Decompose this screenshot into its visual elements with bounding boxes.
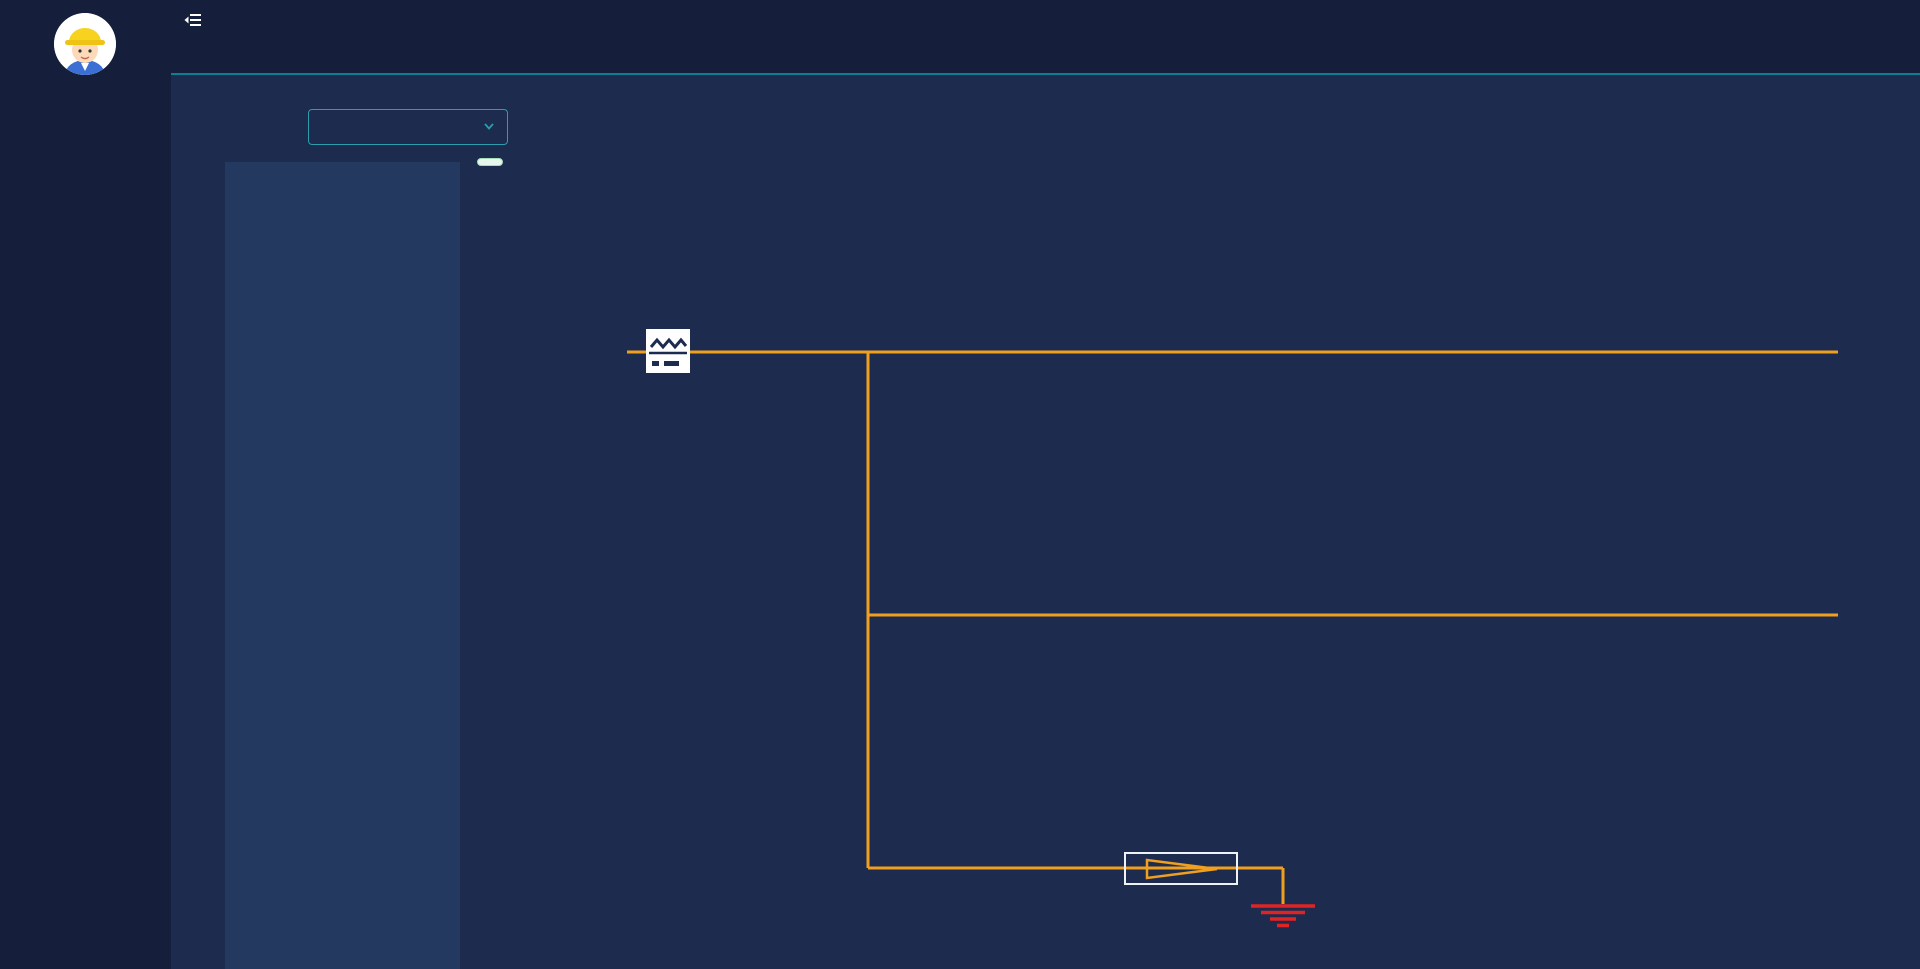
sidebar [0,0,171,969]
device-panel [225,162,460,969]
collapse-sidebar-icon[interactable] [183,10,203,30]
device-group-tag[interactable] [477,158,503,166]
tab-bar [171,40,1920,75]
chevron-down-icon [483,120,495,135]
topbar [171,0,1920,40]
avatar[interactable] [54,13,116,75]
app-window [0,0,1920,969]
datacenter-select[interactable] [308,109,508,145]
